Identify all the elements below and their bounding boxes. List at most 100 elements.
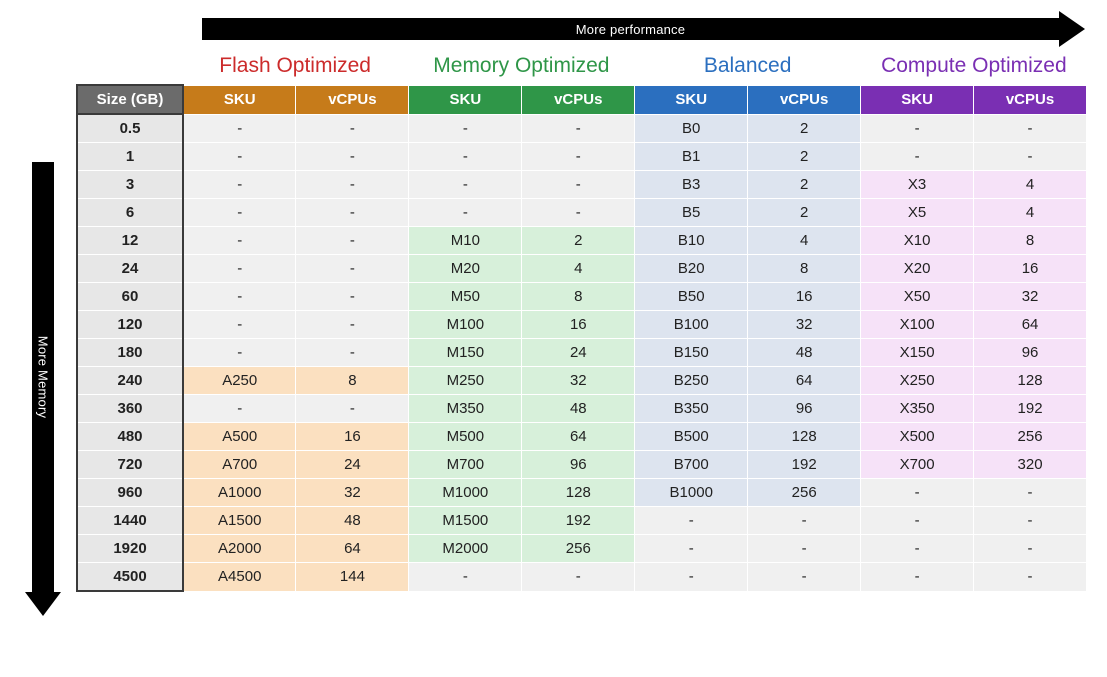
size-cell: 12 bbox=[77, 227, 183, 255]
flash-sku-cell: - bbox=[183, 227, 296, 255]
compute-vcpus-cell: 192 bbox=[974, 395, 1087, 423]
compute-sku-cell: - bbox=[861, 114, 974, 143]
tier-title-flash: Flash Optimized bbox=[182, 48, 408, 84]
balanced-sku-cell: B1000 bbox=[635, 479, 748, 507]
compute-sku-cell: X350 bbox=[861, 395, 974, 423]
balanced-sku-cell: B100 bbox=[635, 311, 748, 339]
memory-vcpus-cell: - bbox=[522, 199, 635, 227]
col-size: Size (GB) bbox=[77, 85, 183, 114]
flash-vcpus-cell: - bbox=[296, 114, 409, 143]
table-row: 180--M15024B15048X15096 bbox=[77, 339, 1087, 367]
flash-sku-cell: - bbox=[183, 171, 296, 199]
size-cell: 960 bbox=[77, 479, 183, 507]
memory-vcpus-cell: 128 bbox=[522, 479, 635, 507]
compute-sku-cell: X700 bbox=[861, 451, 974, 479]
compute-vcpus-cell: 128 bbox=[974, 367, 1087, 395]
col-memory-sku: SKU bbox=[409, 85, 522, 114]
compute-sku-cell: - bbox=[861, 507, 974, 535]
size-cell: 360 bbox=[77, 395, 183, 423]
memory-vcpus-cell: 8 bbox=[522, 283, 635, 311]
flash-vcpus-cell: - bbox=[296, 171, 409, 199]
flash-sku-cell: - bbox=[183, 114, 296, 143]
balanced-sku-cell: B500 bbox=[635, 423, 748, 451]
compute-vcpus-cell: 96 bbox=[974, 339, 1087, 367]
memory-sku-cell: M1000 bbox=[409, 479, 522, 507]
top-axis-bar: More performance bbox=[202, 18, 1059, 40]
col-balanced-sku: SKU bbox=[635, 85, 748, 114]
flash-vcpus-cell: 8 bbox=[296, 367, 409, 395]
table-row: 720A70024M70096B700192X700320 bbox=[77, 451, 1087, 479]
compute-vcpus-cell: - bbox=[974, 479, 1087, 507]
flash-vcpus-cell: - bbox=[296, 227, 409, 255]
size-cell: 1920 bbox=[77, 535, 183, 563]
flash-vcpus-cell: - bbox=[296, 311, 409, 339]
table-row: 1920A200064M2000256---- bbox=[77, 535, 1087, 563]
balanced-sku-cell: B350 bbox=[635, 395, 748, 423]
memory-sku-cell: M250 bbox=[409, 367, 522, 395]
size-cell: 4500 bbox=[77, 563, 183, 592]
flash-sku-cell: A500 bbox=[183, 423, 296, 451]
memory-vcpus-cell: 256 bbox=[522, 535, 635, 563]
compute-vcpus-cell: 8 bbox=[974, 227, 1087, 255]
left-axis-label: More Memory bbox=[36, 336, 51, 418]
flash-vcpus-cell: 16 bbox=[296, 423, 409, 451]
balanced-vcpus-cell: 256 bbox=[748, 479, 861, 507]
compute-vcpus-cell: - bbox=[974, 535, 1087, 563]
balanced-vcpus-cell: 2 bbox=[748, 143, 861, 171]
table-row: 6----B52X54 bbox=[77, 199, 1087, 227]
col-flash-sku: SKU bbox=[183, 85, 296, 114]
memory-vcpus-cell: 48 bbox=[522, 395, 635, 423]
balanced-sku-cell: B50 bbox=[635, 283, 748, 311]
balanced-vcpus-cell: 2 bbox=[748, 199, 861, 227]
sku-table: Size (GB) SKU vCPUs SKU vCPUs SKU vCPUs … bbox=[76, 84, 1087, 592]
balanced-sku-cell: B700 bbox=[635, 451, 748, 479]
table-row: 3----B32X34 bbox=[77, 171, 1087, 199]
balanced-vcpus-cell: - bbox=[748, 563, 861, 592]
balanced-sku-cell: - bbox=[635, 535, 748, 563]
compute-sku-cell: - bbox=[861, 143, 974, 171]
left-axis-bar: More Memory bbox=[32, 162, 54, 592]
memory-sku-cell: M150 bbox=[409, 339, 522, 367]
compute-vcpus-cell: - bbox=[974, 507, 1087, 535]
top-axis-arrow: More performance bbox=[76, 18, 1087, 46]
col-balanced-vcpus: vCPUs bbox=[748, 85, 861, 114]
flash-vcpus-cell: 144 bbox=[296, 563, 409, 592]
memory-sku-cell: M50 bbox=[409, 283, 522, 311]
balanced-vcpus-cell: 48 bbox=[748, 339, 861, 367]
memory-sku-cell: M20 bbox=[409, 255, 522, 283]
table-row: 24--M204B208X2016 bbox=[77, 255, 1087, 283]
flash-sku-cell: A1500 bbox=[183, 507, 296, 535]
left-axis-arrow: More Memory bbox=[20, 84, 76, 592]
table-row: 4500A4500144------ bbox=[77, 563, 1087, 592]
balanced-sku-cell: - bbox=[635, 563, 748, 592]
compute-sku-cell: X250 bbox=[861, 367, 974, 395]
table-row: 60--M508B5016X5032 bbox=[77, 283, 1087, 311]
flash-vcpus-cell: - bbox=[296, 199, 409, 227]
memory-vcpus-cell: - bbox=[522, 563, 635, 592]
tier-titles-row: Flash Optimized Memory Optimized Balance… bbox=[76, 46, 1087, 84]
flash-vcpus-cell: 64 bbox=[296, 535, 409, 563]
compute-vcpus-cell: 256 bbox=[974, 423, 1087, 451]
top-axis-label: More performance bbox=[576, 22, 685, 37]
compute-sku-cell: - bbox=[861, 479, 974, 507]
size-cell: 720 bbox=[77, 451, 183, 479]
memory-vcpus-cell: 32 bbox=[522, 367, 635, 395]
table-row: 120--M10016B10032X10064 bbox=[77, 311, 1087, 339]
memory-vcpus-cell: 96 bbox=[522, 451, 635, 479]
memory-sku-cell: - bbox=[409, 114, 522, 143]
flash-sku-cell: A4500 bbox=[183, 563, 296, 592]
balanced-sku-cell: B150 bbox=[635, 339, 748, 367]
compute-sku-cell: X5 bbox=[861, 199, 974, 227]
balanced-vcpus-cell: 192 bbox=[748, 451, 861, 479]
size-cell: 1440 bbox=[77, 507, 183, 535]
table-row: 12--M102B104X108 bbox=[77, 227, 1087, 255]
balanced-sku-cell: B1 bbox=[635, 143, 748, 171]
compute-vcpus-cell: 4 bbox=[974, 171, 1087, 199]
tier-title-compute: Compute Optimized bbox=[861, 48, 1087, 84]
size-cell: 24 bbox=[77, 255, 183, 283]
memory-vcpus-cell: - bbox=[522, 171, 635, 199]
table-row: 960A100032M1000128B1000256-- bbox=[77, 479, 1087, 507]
memory-vcpus-cell: 4 bbox=[522, 255, 635, 283]
table-row: 1----B12-- bbox=[77, 143, 1087, 171]
balanced-vcpus-cell: - bbox=[748, 535, 861, 563]
